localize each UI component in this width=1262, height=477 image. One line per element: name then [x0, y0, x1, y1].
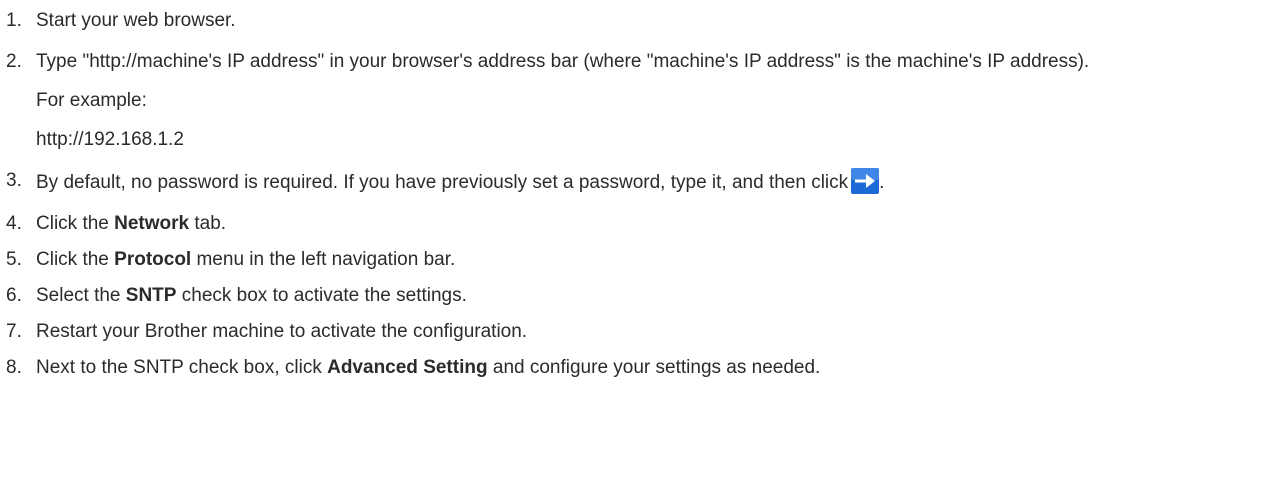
step-content: Click the Network tab. [36, 211, 1246, 236]
instruction-list: 1. Start your web browser. 2. Type "http… [0, 0, 1262, 380]
step-content: Type "http://machine's IP address" in yo… [36, 49, 1246, 152]
step-text-post: tab. [189, 213, 227, 234]
step-number: 3. [6, 170, 22, 191]
step-content: Next to the SNTP check box, click Advanc… [36, 355, 1246, 380]
network-tab-label: Network [114, 213, 190, 234]
step-text-pre: Select the [36, 285, 126, 306]
step-number: 1. [6, 10, 22, 31]
step-number: 2. [6, 51, 22, 72]
step-2: 2. Type "http://machine's IP address" in… [6, 49, 1262, 152]
example-label: For example: [36, 90, 147, 111]
step-number: 8. [6, 357, 22, 378]
step-text: By default, no password is required. If … [36, 172, 849, 193]
step-text: Start your web browser. [36, 10, 236, 31]
step-content: Click the Protocol menu in the left navi… [36, 247, 1246, 272]
step-content: By default, no password is required. If … [36, 168, 1246, 195]
step-text-post: check box to activate the settings. [176, 285, 467, 306]
step-6: 6. Select the SNTP check box to activate… [6, 283, 1262, 308]
advanced-setting-label: Advanced Setting [327, 357, 488, 378]
step-content: Select the SNTP check box to activate th… [36, 283, 1246, 308]
step-8: 8. Next to the SNTP check box, click Adv… [6, 355, 1262, 380]
right-arrow-icon[interactable] [851, 168, 880, 194]
step-text-pre: Click the [36, 213, 115, 234]
protocol-menu-label: Protocol [114, 249, 192, 270]
step-1: 1. Start your web browser. [6, 8, 1262, 33]
step-text: Restart your Brother machine to activate… [36, 321, 528, 342]
step-3: 3. By default, no password is required. … [6, 168, 1262, 195]
step-number: 5. [6, 249, 22, 270]
step-4: 4. Click the Network tab. [6, 211, 1262, 236]
step-number: 7. [6, 321, 22, 342]
step-number: 4. [6, 213, 22, 234]
step-text-post: menu in the left navigation bar. [191, 249, 456, 270]
step-text-pre: Click the [36, 249, 115, 270]
example-url: http://192.168.1.2 [36, 129, 184, 150]
step-text-pre: Next to the SNTP check box, click [36, 357, 328, 378]
step-7: 7. Restart your Brother machine to activ… [6, 319, 1262, 344]
step-period: . [879, 172, 885, 193]
step-number: 6. [6, 285, 22, 306]
step-text-post: and configure your settings as needed. [487, 357, 821, 378]
sntp-checkbox-label: SNTP [125, 285, 177, 306]
step-text: Type "http://machine's IP address" in yo… [36, 51, 1090, 72]
step-5: 5. Click the Protocol menu in the left n… [6, 247, 1262, 272]
